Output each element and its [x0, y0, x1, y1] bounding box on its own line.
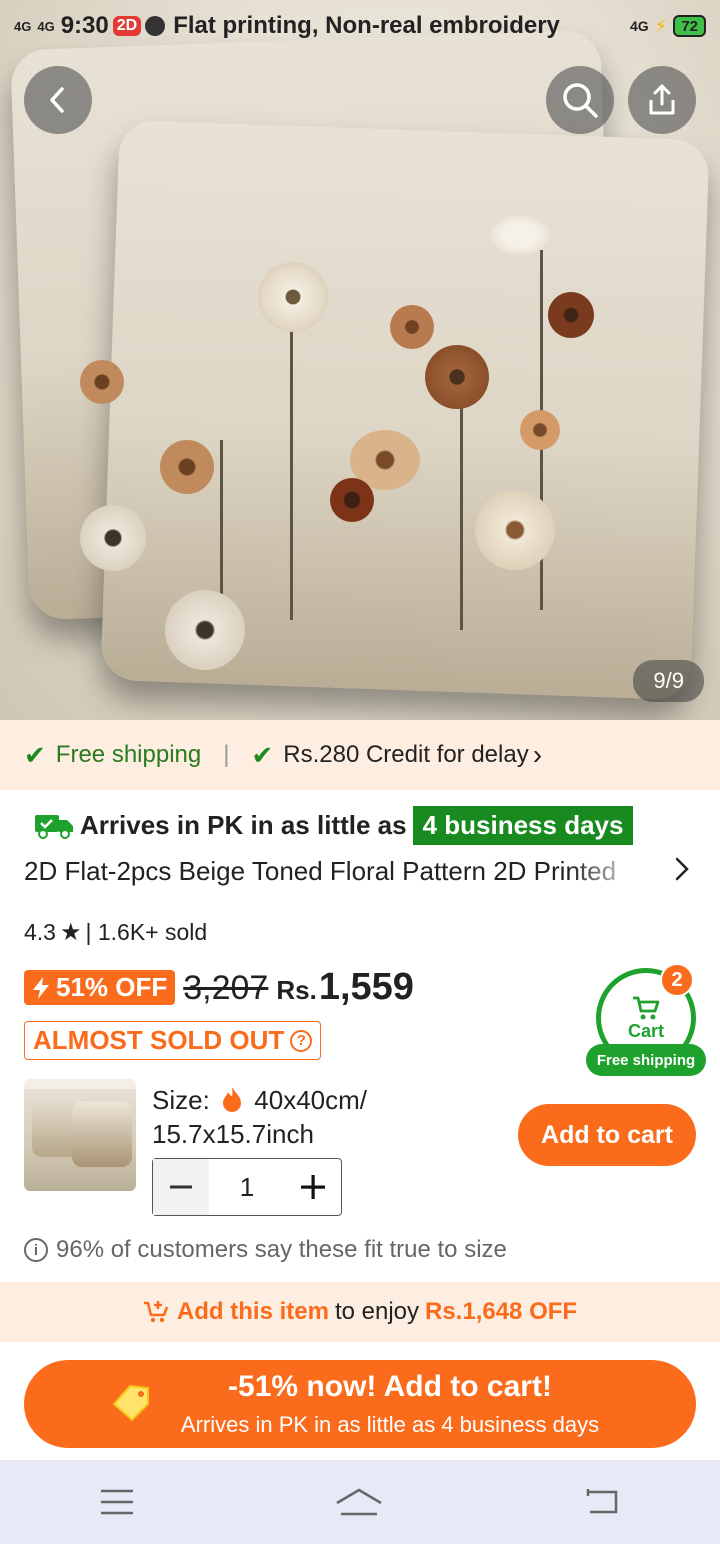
info-icon: i — [24, 1238, 48, 1262]
flower-image — [80, 360, 124, 404]
rating-row[interactable]: 4.3 ★ | 1.6K+ sold — [24, 918, 207, 947]
size-selector[interactable]: Size: 40x40cm/ 15.7x15.7inch — [152, 1083, 482, 1151]
sold-count: | 1.6K+ sold — [85, 919, 208, 945]
quantity-stepper[interactable]: 1 — [152, 1158, 342, 1216]
free-shipping-label: Free shipping — [55, 741, 202, 768]
cta-line2: Arrives in PK in as little as 4 business… — [180, 1412, 600, 1437]
promo-banner[interactable]: Add this item to enjoy Rs.1,648 OFF — [0, 1282, 720, 1342]
menu-icon[interactable] — [100, 1489, 134, 1515]
chevron-right-icon: › — [532, 739, 543, 770]
signal-icon: 4G — [37, 18, 55, 34]
home-icon[interactable] — [335, 1487, 383, 1517]
delay-credit-label: Rs.280 Credit for delay — [283, 741, 529, 768]
original-price: 3,207 — [183, 969, 269, 1007]
divider: | — [223, 741, 230, 768]
flower-image — [165, 590, 245, 670]
flower-stem — [460, 370, 463, 630]
battery-icon: 72 — [673, 15, 706, 37]
star-icon: ★ — [59, 919, 82, 946]
status-bar: 4G 4G 9:30 2D Flat printing, Non-real em… — [0, 0, 720, 52]
back-nav-icon[interactable] — [584, 1488, 620, 1516]
shipping-banner[interactable]: ✔ Free shipping | ✔ Rs.280 Credit for de… — [0, 720, 720, 790]
currency-label: Rs. — [276, 975, 317, 1005]
quantity-value[interactable]: 1 — [209, 1172, 285, 1203]
rating-value: 4.3 — [24, 919, 56, 945]
search-button[interactable] — [546, 66, 614, 134]
fit-info: i 96% of customers say these fit true to… — [24, 1236, 507, 1264]
flower-image — [160, 440, 214, 494]
charging-icon: ⚡ — [654, 15, 668, 36]
plus-icon — [301, 1175, 325, 1199]
promo-amount: Rs.1,648 OFF — [425, 1298, 578, 1325]
product-title[interactable]: 2D Flat-2pcs Beige Toned Floral Pattern … — [24, 856, 644, 887]
flower-image — [548, 292, 594, 338]
size-label: Size: — [152, 1085, 210, 1115]
flower-image — [520, 410, 560, 450]
signal-icon: 4G — [629, 18, 649, 34]
flower-image — [330, 478, 374, 522]
cart-free-shipping-badge: Free shipping — [586, 1044, 706, 1076]
checkout-cta-button[interactable]: -51% now! Add to cart! Arrives in PK in … — [24, 1360, 696, 1448]
minus-icon — [170, 1185, 192, 1189]
share-button[interactable] — [628, 66, 696, 134]
search-icon — [563, 83, 598, 118]
almost-sold-out-badge[interactable]: ALMOST SOLD OUT ? — [24, 1021, 322, 1060]
notification-dot-icon — [145, 16, 166, 36]
promo-link: Add this item — [176, 1298, 329, 1325]
sale-price: 1,559 — [318, 966, 414, 1008]
notification-title: Flat printing, Non-real embroidery — [173, 12, 560, 39]
sold-out-text: ALMOST SOLD OUT — [33, 1025, 285, 1055]
flower-image — [490, 215, 550, 255]
add-to-cart-button[interactable]: Add to cart — [518, 1104, 696, 1166]
back-button[interactable] — [24, 66, 92, 134]
cart-plus-icon — [143, 1301, 169, 1323]
fit-text: 96% of customers say these fit true to s… — [56, 1236, 507, 1263]
business-days-badge: 4 business days — [412, 806, 634, 845]
flash-icon — [33, 976, 49, 999]
signal-icon: 4G — [14, 18, 32, 34]
increase-button[interactable] — [285, 1159, 341, 1215]
check-icon: ✔ — [24, 739, 46, 770]
promo-middle: to enjoy — [334, 1298, 419, 1325]
product-image[interactable]: 4G 4G 9:30 2D Flat printing, Non-real em… — [0, 0, 720, 720]
flower-image — [258, 262, 328, 332]
cta-line1: -51% now! Add to cart! — [228, 1370, 552, 1403]
discount-text: 51% OFF — [56, 972, 168, 1002]
chevron-left-icon — [50, 87, 64, 113]
arrival-text: Arrives in PK in as little as — [80, 810, 407, 840]
flower-image — [475, 490, 555, 570]
cart-count-badge: 2 — [660, 963, 694, 997]
cart-label: Cart — [627, 1020, 664, 1041]
discount-badge: 51% OFF — [24, 970, 176, 1005]
notification-badge: 2D — [112, 16, 142, 36]
variant-thumbnail[interactable] — [24, 1079, 136, 1191]
decrease-button[interactable] — [153, 1159, 209, 1215]
price-row: 51% OFF 3,207 Rs. 1,559 — [24, 966, 414, 1009]
pillow-thumb-image — [72, 1101, 132, 1167]
size-value-inch: 15.7x15.7inch — [152, 1119, 314, 1149]
cart-icon — [633, 996, 660, 1019]
status-time: 9:30 — [60, 12, 109, 39]
flower-image — [80, 505, 146, 571]
flower-image — [390, 305, 434, 349]
chevron-right-icon[interactable] — [674, 856, 690, 889]
flower-stem — [290, 300, 293, 620]
thumb-header — [24, 1079, 136, 1089]
size-value: 40x40cm/ — [254, 1085, 368, 1115]
fire-icon — [223, 1087, 242, 1112]
system-navigation-bar — [0, 1460, 720, 1544]
status-icons: 4G ⚡ 72 — [630, 15, 706, 37]
arrival-info: Arrives in PK in as little as 4 business… — [34, 806, 634, 845]
share-icon — [649, 84, 675, 115]
image-pager: 9/9 — [633, 660, 704, 702]
flower-image — [425, 345, 489, 409]
truck-icon — [35, 814, 73, 839]
help-icon: ? — [290, 1029, 313, 1052]
check-icon: ✔ — [251, 739, 274, 770]
